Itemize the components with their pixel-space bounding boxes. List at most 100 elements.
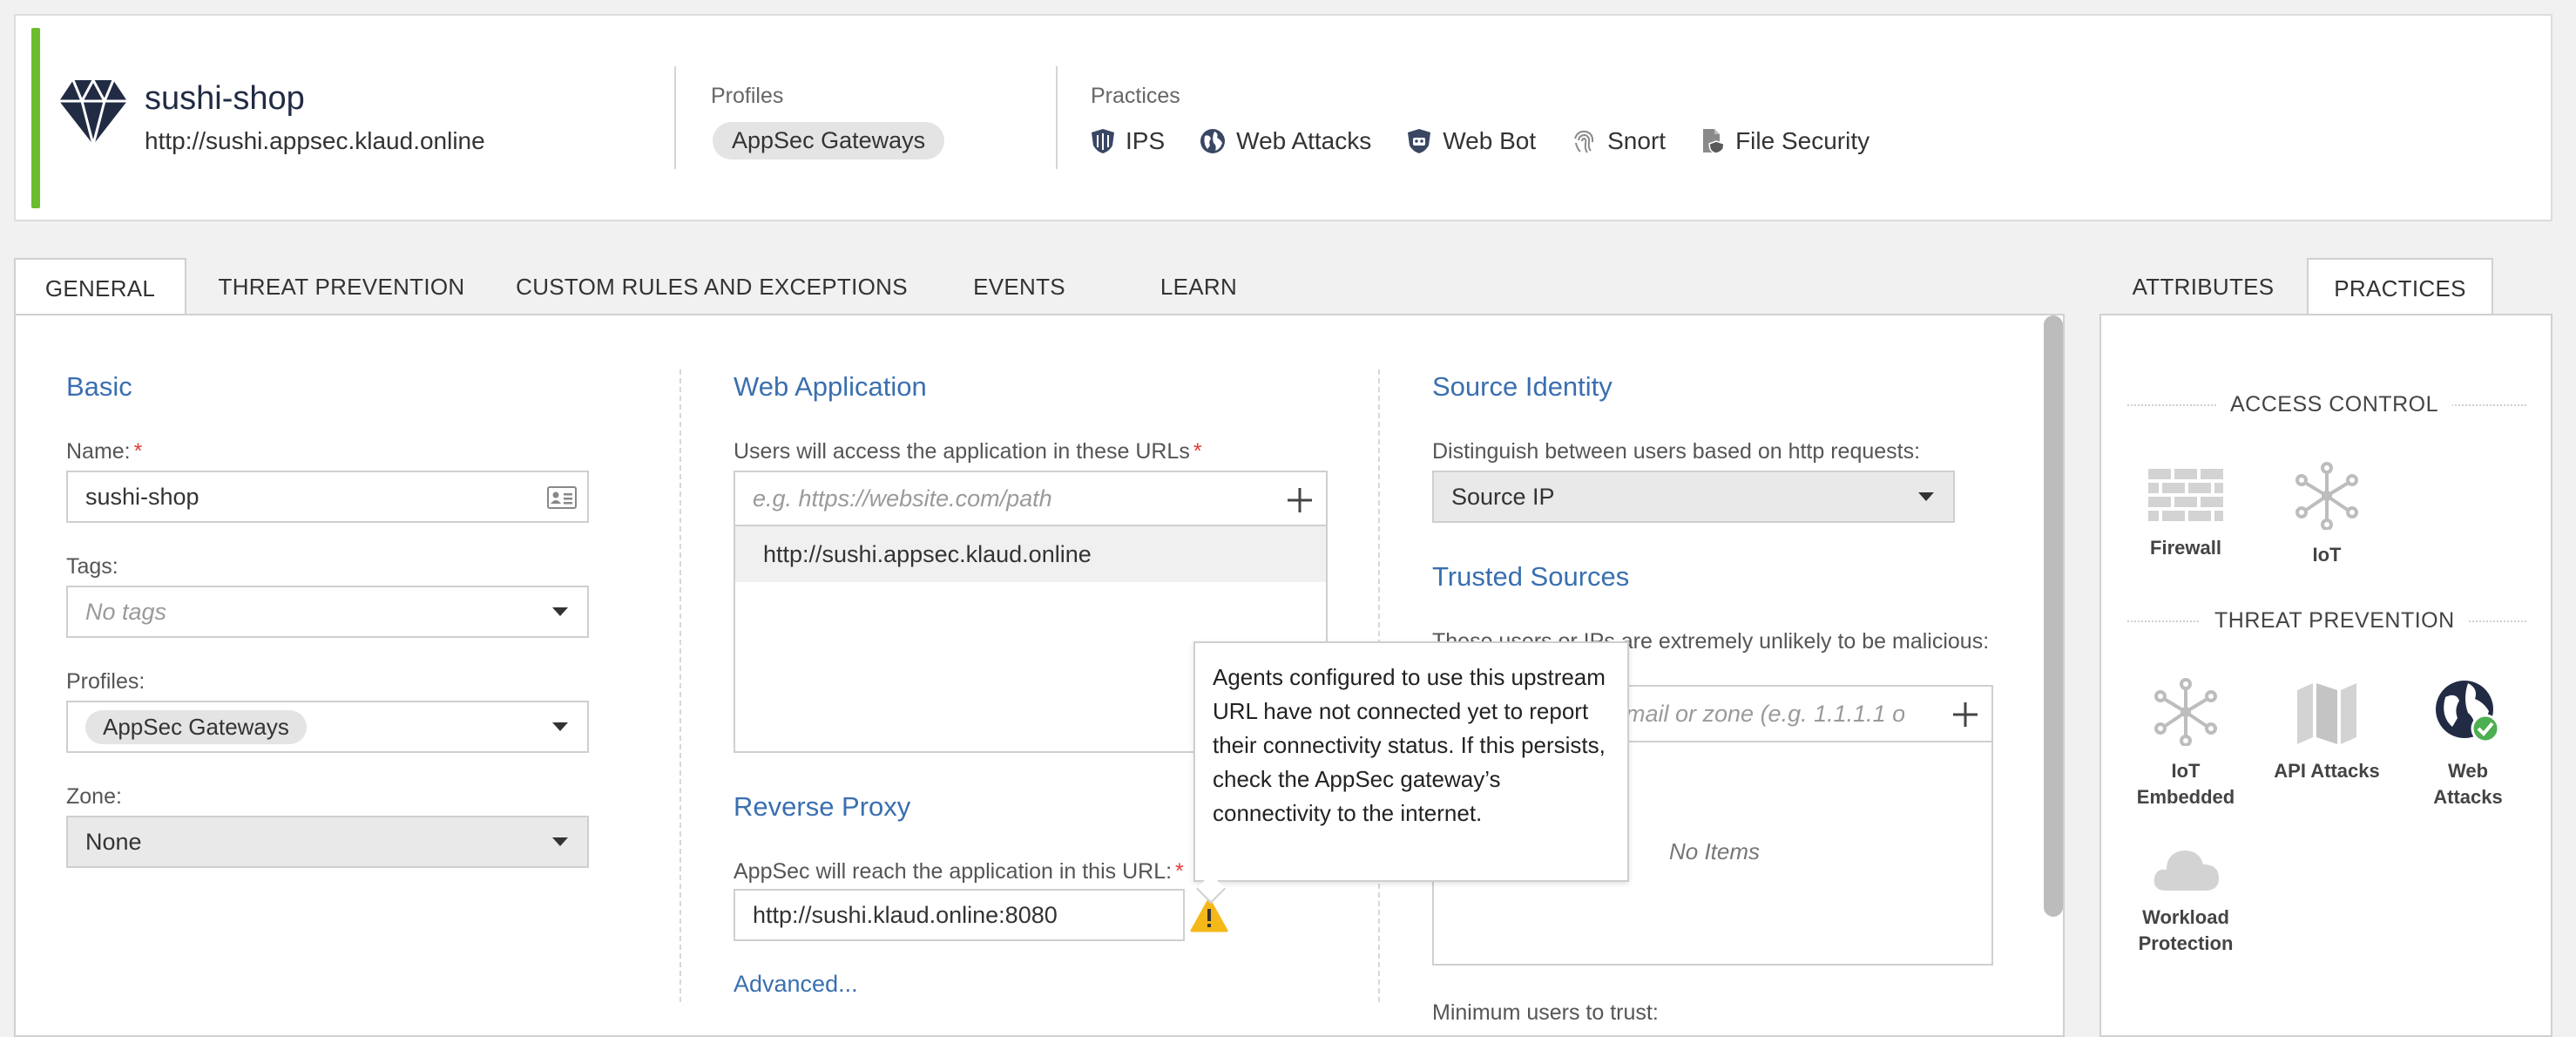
reverse-proxy-section-title: Reverse Proxy — [734, 791, 911, 822]
basic-section-title: Basic — [66, 371, 132, 402]
iot-icon — [2295, 462, 2358, 530]
upstream-url-field[interactable]: http://sushi.klaud.online:8080 — [734, 889, 1185, 941]
practice-label: API Attacks — [2274, 760, 2380, 782]
tab-events[interactable]: EVENTS — [950, 258, 1089, 315]
profiles-header-label: Profiles — [711, 84, 784, 108]
threat-prevention-title: THREAT PREVENTION — [2201, 608, 2469, 634]
practice-iot[interactable]: IoT — [2270, 462, 2383, 568]
plus-icon[interactable] — [1951, 701, 1979, 729]
plus-icon[interactable] — [1286, 486, 1314, 514]
asset-header — [14, 14, 2552, 221]
tab-practices[interactable]: PRACTICES — [2307, 258, 2493, 317]
upstream-label: AppSec will reach the application in thi… — [734, 859, 1184, 884]
header-practice-label: IPS — [1126, 127, 1166, 154]
practice-label: Web Attacks — [2433, 760, 2503, 808]
globe-icon — [1200, 129, 1226, 153]
tags-placeholder: No tags — [85, 598, 167, 625]
zone-select[interactable]: None — [66, 816, 589, 868]
header-divider — [1056, 66, 1058, 169]
tab-threat-prevention[interactable]: THREAT PREVENTION — [202, 258, 481, 315]
column-divider — [679, 369, 681, 1002]
header-practice-label: Web Attacks — [1236, 127, 1372, 154]
profiles-label: Profiles: — [66, 669, 145, 694]
practice-api-attacks[interactable]: API Attacks — [2270, 681, 2383, 784]
required-asterisk: * — [133, 439, 143, 464]
upstream-warning-tooltip: Agents configured to use this upstream U… — [1193, 641, 1629, 882]
url-input[interactable]: e.g. https://website.com/path — [734, 471, 1328, 526]
chevron-down-icon — [552, 607, 568, 616]
practices-header-label: Practices — [1091, 84, 1180, 108]
zone-select-value: None — [85, 828, 142, 855]
practice-workload-protection[interactable]: Workload Protection — [2129, 844, 2242, 957]
name-field[interactable]: sushi-shop — [66, 471, 589, 523]
header-practice-snort[interactable]: Snort — [1571, 127, 1666, 155]
zone-label: Zone: — [66, 784, 122, 809]
header-divider — [674, 66, 676, 169]
name-label-text: Name: — [66, 439, 131, 464]
status-accent-bar — [31, 28, 40, 208]
tab-attributes[interactable]: ATTRIBUTES — [2108, 258, 2298, 315]
urls-label: Users will access the application in the… — [734, 439, 1202, 464]
min-users-label: Minimum users to trust: — [1432, 1000, 1659, 1025]
source-identity-select[interactable]: Source IP — [1432, 471, 1955, 523]
web-application-section-title: Web Application — [734, 371, 927, 402]
url-input-placeholder: e.g. https://website.com/path — [753, 485, 1052, 512]
name-label: Name: * — [66, 439, 142, 464]
header-practice-web-attacks[interactable]: Web Attacks — [1200, 127, 1371, 155]
source-identity-section-title: Source Identity — [1432, 371, 1613, 402]
practice-label: IoT — [2312, 544, 2342, 566]
tags-select[interactable]: No tags — [66, 586, 589, 638]
header-practice-label: Web Bot — [1443, 127, 1537, 154]
header-practice-web-bot[interactable]: Web Bot — [1406, 127, 1536, 155]
asset-name: sushi-shop — [145, 80, 305, 117]
fingerprint-icon — [1574, 130, 1594, 153]
advanced-link[interactable]: Advanced... — [734, 971, 858, 998]
cloud-icon — [2153, 851, 2219, 891]
trusted-sources-section-title: Trusted Sources — [1432, 561, 1630, 592]
url-list-item[interactable]: http://sushi.appsec.klaud.online — [735, 526, 1326, 582]
profiles-select-pill: AppSec Gateways — [85, 709, 307, 744]
upstream-label-text: AppSec will reach the application in thi… — [734, 859, 1173, 884]
contact-card-icon[interactable] — [547, 486, 577, 509]
required-asterisk: * — [1175, 859, 1184, 884]
web-attacks-icon — [2436, 681, 2500, 743]
chevron-down-icon — [552, 837, 568, 846]
chevron-down-icon — [1918, 492, 1934, 501]
practice-label: Workload Protection — [2138, 906, 2234, 954]
iot-embedded-icon — [2154, 678, 2217, 746]
firewall-icon — [2148, 469, 2223, 521]
asset-url: http://sushi.appsec.klaud.online — [145, 127, 485, 154]
header-practice-ips[interactable]: IPS — [1091, 127, 1165, 155]
header-practice-file-security[interactable]: File Security — [1700, 127, 1869, 155]
tags-label: Tags: — [66, 554, 118, 579]
main-scrollbar-thumb[interactable] — [2044, 315, 2063, 917]
no-items-text: No Items — [1669, 838, 1761, 864]
required-asterisk: * — [1193, 439, 1202, 464]
ips-shield-icon — [1092, 129, 1114, 153]
urls-label-text: Users will access the application in the… — [734, 439, 1190, 464]
profile-pill-label: AppSec Gateways — [713, 122, 945, 159]
bot-shield-icon — [1408, 129, 1431, 153]
practice-web-attacks[interactable]: Web Attacks — [2411, 678, 2525, 810]
profile-pill[interactable]: AppSec Gateways — [713, 122, 945, 159]
upstream-url-value: http://sushi.klaud.online:8080 — [753, 901, 1058, 928]
practice-iot-embedded[interactable]: IoT Embedded — [2129, 678, 2242, 810]
source-identity-value: Source IP — [1451, 483, 1555, 510]
practice-firewall[interactable]: Firewall — [2129, 469, 2242, 561]
diamond-icon — [59, 77, 127, 148]
profiles-select[interactable]: AppSec Gateways — [66, 701, 589, 753]
warning-icon[interactable] — [1190, 898, 1228, 932]
tab-learn[interactable]: LEARN — [1124, 258, 1274, 315]
header-practice-label: File Security — [1735, 127, 1870, 154]
practice-label: Firewall — [2150, 537, 2221, 559]
access-control-title: ACCESS CONTROL — [2216, 392, 2452, 417]
distinguish-label: Distinguish between users based on http … — [1432, 439, 1921, 464]
header-practice-label: Snort — [1607, 127, 1667, 154]
practice-label: IoT Embedded — [2136, 760, 2235, 808]
api-attacks-icon — [2297, 683, 2356, 744]
name-field-value: sushi-shop — [85, 483, 199, 510]
tooltip-text: Agents configured to use this upstream U… — [1213, 664, 1606, 826]
file-security-icon — [1703, 129, 1725, 154]
tab-custom-rules[interactable]: CUSTOM RULES AND EXCEPTIONS — [514, 258, 909, 315]
tab-general[interactable]: GENERAL — [14, 258, 186, 317]
